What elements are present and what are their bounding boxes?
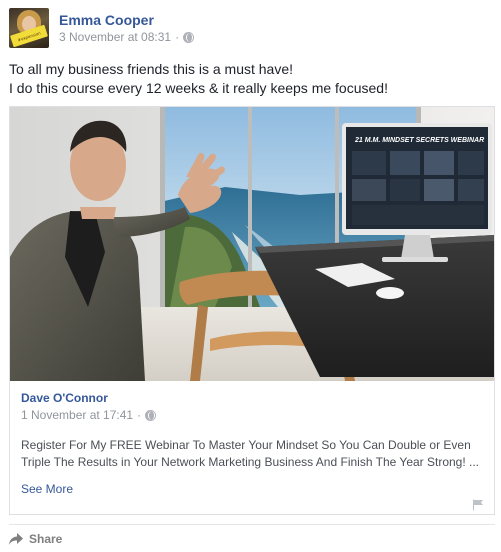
action-divider: [9, 524, 495, 525]
shared-timestamp[interactable]: 1 November at 17:41: [21, 408, 133, 422]
shared-post-body: Dave O'Connor 1 November at 17:41 · Regi…: [10, 381, 494, 514]
post-header: #expansion Emma Cooper 3 November at 08:…: [9, 8, 195, 48]
shared-post-meta: 1 November at 17:41 ·: [21, 408, 157, 422]
shared-author-name[interactable]: Dave O'Connor: [21, 391, 108, 405]
webinar-promo-illustration: 21 M.M. MINDSET SECRETS WEBINAR: [10, 107, 494, 381]
globe-icon[interactable]: [183, 31, 195, 43]
shared-description: Register For My FREE Webinar To Master Y…: [21, 438, 480, 469]
share-arrow-icon: [9, 533, 23, 545]
see-more-link[interactable]: See More: [21, 482, 73, 496]
share-label: Share: [29, 532, 63, 546]
post-text: To all my business friends this is a mus…: [9, 60, 489, 98]
post-text-line-2: I do this course every 12 weeks & it rea…: [9, 80, 388, 96]
shared-post-image[interactable]: 21 M.M. MINDSET SECRETS WEBINAR: [10, 107, 494, 381]
shared-globe-icon[interactable]: [145, 409, 157, 421]
shared-meta-separator: ·: [137, 408, 142, 422]
share-button[interactable]: Share: [9, 532, 62, 546]
post-text-line-1: To all my business friends this is a mus…: [9, 61, 294, 77]
header-text: Emma Cooper 3 November at 08:31 ·: [59, 11, 195, 45]
monitor-caption: 21 M.M. MINDSET SECRETS WEBINAR: [354, 137, 484, 144]
author-name[interactable]: Emma Cooper: [59, 11, 194, 29]
avatar-sign-text: #expansion: [16, 29, 42, 43]
flag-icon[interactable]: [472, 499, 484, 511]
post-meta: 3 November at 08:31 ·: [59, 29, 195, 45]
avatar[interactable]: #expansion: [9, 8, 49, 48]
post-timestamp[interactable]: 3 November at 08:31: [59, 29, 171, 45]
meta-separator: ·: [175, 30, 180, 44]
shared-post-card[interactable]: 21 M.M. MINDSET SECRETS WEBINAR Dave O'C…: [9, 106, 495, 515]
